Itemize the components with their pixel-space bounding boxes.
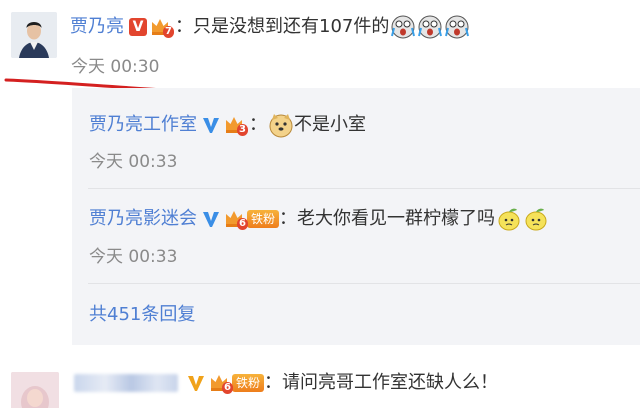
lemon-emoji-icon xyxy=(496,206,522,232)
divider xyxy=(88,283,640,284)
fan-label: 铁粉 xyxy=(247,210,280,228)
avatar[interactable] xyxy=(11,372,59,408)
main-comment-line: 贾乃亮 V 7 ：只是没想到还有107件的 xyxy=(70,14,470,40)
reply-timestamp: 今天 00:33 xyxy=(89,247,178,267)
level-crown-icon: 6 xyxy=(223,208,249,230)
comment-text: ：只是没想到还有107件的 xyxy=(175,16,390,37)
next-comment-line: 6 铁粉 ：请问亮哥工作室还缺人么！ xyxy=(74,371,498,395)
reply-separator: ： xyxy=(249,114,267,135)
reply-author-name[interactable]: 贾乃亮影迷会 xyxy=(89,207,197,231)
reply-author-name[interactable]: 贾乃亮工作室 xyxy=(89,113,197,137)
verified-v-icon xyxy=(186,373,206,393)
comment-text: ：请问亮哥工作室还缺人么！ xyxy=(264,372,499,393)
reply-text: ：老大你看见一群柠檬了吗 xyxy=(279,208,496,229)
reply-line: 贾乃亮工作室 3 ： 不是小室 xyxy=(89,112,366,138)
view-all-replies-link[interactable]: 共451条回复 xyxy=(89,303,195,327)
vip-v-icon: V xyxy=(129,18,147,36)
doge-emoji-icon xyxy=(268,112,294,138)
reply-timestamp: 今天 00:33 xyxy=(89,152,178,172)
lemon-emoji-icon xyxy=(523,206,549,232)
fan-label: 铁粉 xyxy=(232,374,265,392)
verified-v-icon xyxy=(201,115,221,135)
author-name[interactable]: 贾乃亮 xyxy=(70,15,124,39)
level-crown-icon: 3 xyxy=(223,114,249,136)
reply-line: 贾乃亮影迷会 6 铁粉 ：老大你看见一群柠檬了吗 xyxy=(89,206,549,232)
blurred-author-name[interactable] xyxy=(74,374,178,392)
reply-text: 不是小室 xyxy=(294,114,366,135)
level-crown-icon: 6 xyxy=(208,372,234,394)
cry-laugh-emoji-icon xyxy=(444,14,470,40)
verified-v-icon xyxy=(201,209,221,229)
cry-laugh-emoji-icon xyxy=(417,14,443,40)
avatar[interactable] xyxy=(11,12,57,58)
level-crown-icon: 7 xyxy=(149,16,175,38)
divider xyxy=(88,188,640,189)
cry-laugh-emoji-icon xyxy=(390,14,416,40)
fan-badge: 6 铁粉 xyxy=(208,372,265,394)
fan-badge: 6 铁粉 xyxy=(223,208,280,230)
